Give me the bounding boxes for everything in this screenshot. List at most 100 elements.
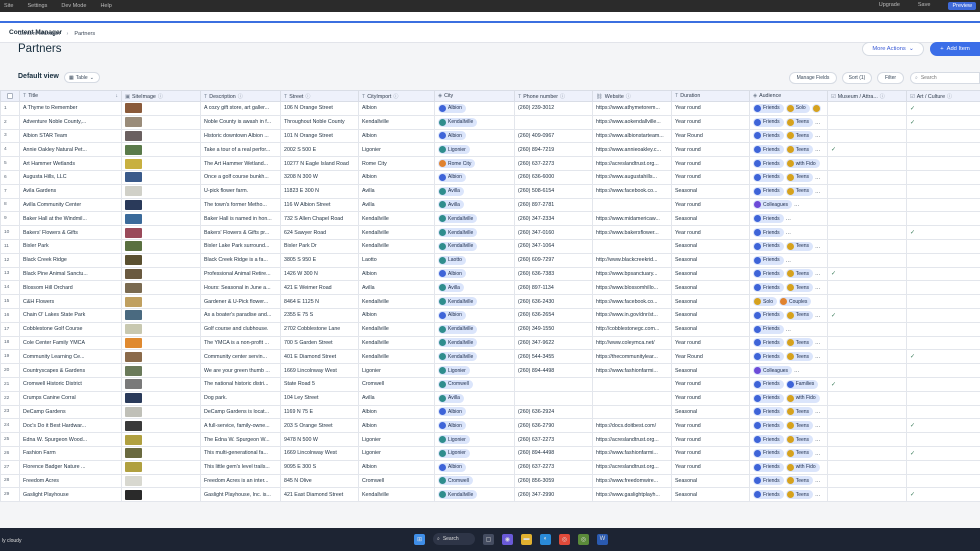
cell-phone[interactable]: (260) 637-2273: [514, 156, 593, 171]
cell-description[interactable]: As a boater's paradise and...: [200, 307, 281, 323]
cell-phone[interactable]: (260) 347-0160: [514, 225, 593, 240]
cell-museum[interactable]: [827, 252, 907, 268]
cell-art[interactable]: [906, 404, 980, 420]
cell-museum[interactable]: [827, 404, 907, 420]
windows-start-icon[interactable]: ⊞: [414, 533, 425, 545]
table-row[interactable]: 12 Black Creek Ridge Black Creek Ridge is …: [0, 252, 980, 268]
cell-duration[interactable]: Seasonal: [671, 473, 750, 489]
cell-description[interactable]: The Edna W. Spurgeon W...: [200, 432, 281, 447]
cell-museum[interactable]: [827, 349, 907, 365]
cell-description[interactable]: Noble County is awash in f...: [200, 114, 281, 130]
cell-street[interactable]: 10277 N Eagle Island Road: [280, 156, 359, 171]
cell-duration[interactable]: Seasonal: [671, 294, 750, 309]
cell-museum[interactable]: ✓: [827, 266, 907, 282]
cell-website[interactable]: [592, 197, 672, 213]
cell-siteimage[interactable]: [121, 128, 201, 144]
word-app-icon[interactable]: W: [597, 533, 608, 545]
cell-website[interactable]: [592, 376, 672, 392]
cell-siteimage[interactable]: [121, 294, 201, 309]
cell-street[interactable]: 104 Ley Street: [280, 390, 359, 406]
cell-street[interactable]: 421 E Weimer Road: [280, 280, 359, 296]
cell-museum[interactable]: [827, 418, 907, 434]
cell-cityimport[interactable]: Kendallville: [358, 321, 435, 337]
cell-museum[interactable]: [827, 211, 907, 227]
table-row[interactable]: 29 Gaslight Playhouse Gaslight Playhouse, …: [0, 487, 980, 503]
cell-title[interactable]: Chain O' Lakes State Park: [19, 307, 122, 323]
cell-siteimage[interactable]: [121, 445, 201, 461]
cell-siteimage[interactable]: [121, 307, 201, 323]
cell-title[interactable]: A Thyme to Remember: [19, 101, 122, 116]
cell-phone[interactable]: (260) 609-7297: [514, 252, 593, 268]
filter-button[interactable]: Filter: [877, 72, 904, 84]
cell-street[interactable]: 845 N Olive: [280, 473, 359, 489]
table-row[interactable]: 9 Baker Hall at the Windmil... Baker Hall …: [0, 211, 980, 227]
cell-website[interactable]: https://docs.doitbest.com/: [592, 418, 672, 434]
col-header-title[interactable]: T Title ↓: [19, 90, 122, 102]
cell-art[interactable]: [906, 183, 980, 199]
cell-street[interactable]: 401 E Diamond Street: [280, 349, 359, 365]
cell-siteimage[interactable]: [121, 473, 201, 489]
cell-title[interactable]: Art Hammer Wetlands: [19, 156, 122, 171]
cell-audience[interactable]: Friends Teens: [749, 432, 828, 447]
task-view-icon[interactable]: ▢: [483, 533, 494, 545]
cell-audience[interactable]: Colleagues Couples: [749, 363, 828, 378]
cell-title[interactable]: Doc's Do it Best Hardwar...: [19, 418, 122, 434]
search-input[interactable]: [920, 75, 971, 81]
cell-art[interactable]: [906, 294, 980, 309]
cell-city[interactable]: Albion: [434, 266, 515, 282]
cell-website[interactable]: https://www.fashionfarmi...: [592, 363, 672, 378]
cell-audience[interactable]: Friends Couples: [749, 321, 828, 337]
cell-duration[interactable]: Year round: [671, 335, 750, 351]
cell-description[interactable]: Take a tour of a real perfor...: [200, 142, 281, 158]
cell-audience[interactable]: Friends Teens: [749, 128, 828, 144]
cell-title[interactable]: Avilla Community Center: [19, 197, 122, 213]
cell-siteimage[interactable]: [121, 404, 201, 420]
cell-siteimage[interactable]: [121, 390, 201, 406]
cell-museum[interactable]: [827, 128, 907, 144]
cell-art[interactable]: [906, 390, 980, 406]
cell-cityimport[interactable]: Avilla: [358, 197, 435, 213]
cell-art[interactable]: [906, 252, 980, 268]
cell-duration[interactable]: Seasonal: [671, 252, 750, 268]
cell-title[interactable]: Black Creek Ridge: [19, 252, 122, 268]
cell-siteimage[interactable]: [121, 280, 201, 296]
table-row[interactable]: 16 Chain O' Lakes State Park As a boater's…: [0, 307, 980, 323]
cell-audience[interactable]: Colleagues Families: [749, 197, 828, 213]
cell-siteimage[interactable]: [121, 114, 201, 130]
cell-art[interactable]: [906, 473, 980, 489]
table-row[interactable]: 28 Freedom Acres Freedom Acres is an inter…: [0, 473, 980, 489]
cell-cityimport[interactable]: Laotto: [358, 252, 435, 268]
cell-street[interactable]: 106 N Orange Street: [280, 101, 359, 116]
cell-duration[interactable]: Year round: [671, 169, 750, 185]
cell-cityimport[interactable]: Cromwell: [358, 473, 435, 489]
cell-art[interactable]: [906, 197, 980, 213]
cell-audience[interactable]: Friends with Fido: [749, 156, 828, 171]
cell-audience[interactable]: Friends Teens: [749, 418, 828, 434]
cell-city[interactable]: Kendallville: [434, 294, 515, 309]
cell-description[interactable]: Golf course and clubhouse.: [200, 321, 281, 337]
cell-title[interactable]: C&H Flowers: [19, 294, 122, 309]
cell-title[interactable]: Fashion Farm: [19, 445, 122, 461]
cell-audience[interactable]: Friends Teens: [749, 142, 828, 158]
table-row[interactable]: 24 Doc's Do it Best Hardwar... A full-serv…: [0, 418, 980, 434]
cell-title[interactable]: Cobblestone Golf Course: [19, 321, 122, 337]
table-row[interactable]: 14 Blossom Hill Orchard Hours: Seasonal in…: [0, 280, 980, 296]
table-row[interactable]: 20 Countryscapes & Gardens We are your gre…: [0, 363, 980, 378]
cell-phone[interactable]: (260) 636-2790: [514, 418, 593, 434]
cell-siteimage[interactable]: [121, 156, 201, 171]
cell-description[interactable]: A cozy gift store, art galler...: [200, 101, 281, 116]
cell-description[interactable]: Gaslight Playhouse, Inc. is...: [200, 487, 281, 503]
cell-cityimport[interactable]: Cromwell: [358, 376, 435, 392]
cell-duration[interactable]: Year round: [671, 459, 750, 475]
cell-art[interactable]: [906, 156, 980, 171]
cell-museum[interactable]: [827, 335, 907, 351]
view-type-select[interactable]: ▦ Table ⌄: [64, 72, 100, 83]
cell-phone[interactable]: (260) 636-2430: [514, 294, 593, 309]
cell-siteimage[interactable]: [121, 169, 201, 185]
col-header-cityimport[interactable]: T CityImport ⓘ: [358, 90, 435, 102]
cell-city[interactable]: Rome City: [434, 156, 515, 171]
cell-city[interactable]: Avilla: [434, 183, 515, 199]
cell-description[interactable]: Dog park.: [200, 390, 281, 406]
cell-duration[interactable]: Seasonal: [671, 404, 750, 420]
cell-description[interactable]: The YMCA is a non-profit ...: [200, 335, 281, 351]
